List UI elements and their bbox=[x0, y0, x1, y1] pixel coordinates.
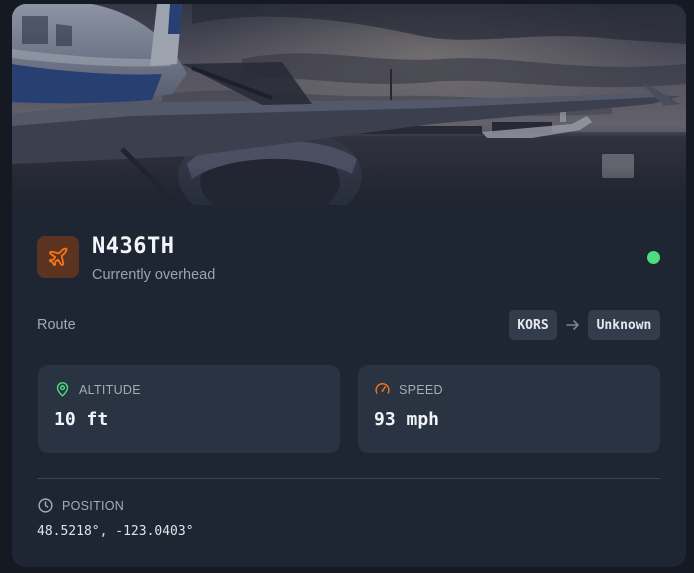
gauge-icon bbox=[375, 383, 390, 394]
clock-icon bbox=[38, 498, 53, 513]
hero-fade bbox=[12, 165, 686, 205]
position-coordinates: 48.5218°, -123.0403° bbox=[37, 524, 194, 539]
map-pin-icon bbox=[56, 382, 69, 397]
route-label: Route bbox=[37, 317, 76, 333]
hero-image bbox=[12, 4, 686, 205]
flight-card: N436TH Currently overhead Route KORS Unk… bbox=[12, 4, 686, 567]
plane-icon bbox=[48, 247, 68, 267]
flight-status-text: Currently overhead bbox=[92, 267, 216, 283]
origin-airport-badge: KORS bbox=[509, 310, 557, 340]
speed-value: 93 mph bbox=[374, 409, 440, 430]
altitude-label: ALTITUDE bbox=[79, 383, 141, 397]
live-status-dot bbox=[647, 251, 660, 264]
speed-label: SPEED bbox=[399, 383, 443, 397]
plane-icon-badge bbox=[37, 236, 79, 278]
arrow-right-icon bbox=[566, 320, 579, 330]
speed-tile: SPEED 93 mph bbox=[358, 365, 660, 453]
destination-airport-badge: Unknown bbox=[588, 310, 660, 340]
callsign: N436TH bbox=[92, 234, 175, 259]
altitude-tile: ALTITUDE 10 ft bbox=[38, 365, 340, 453]
section-divider bbox=[37, 478, 660, 479]
altitude-value: 10 ft bbox=[54, 409, 109, 430]
position-label: POSITION bbox=[62, 499, 125, 513]
